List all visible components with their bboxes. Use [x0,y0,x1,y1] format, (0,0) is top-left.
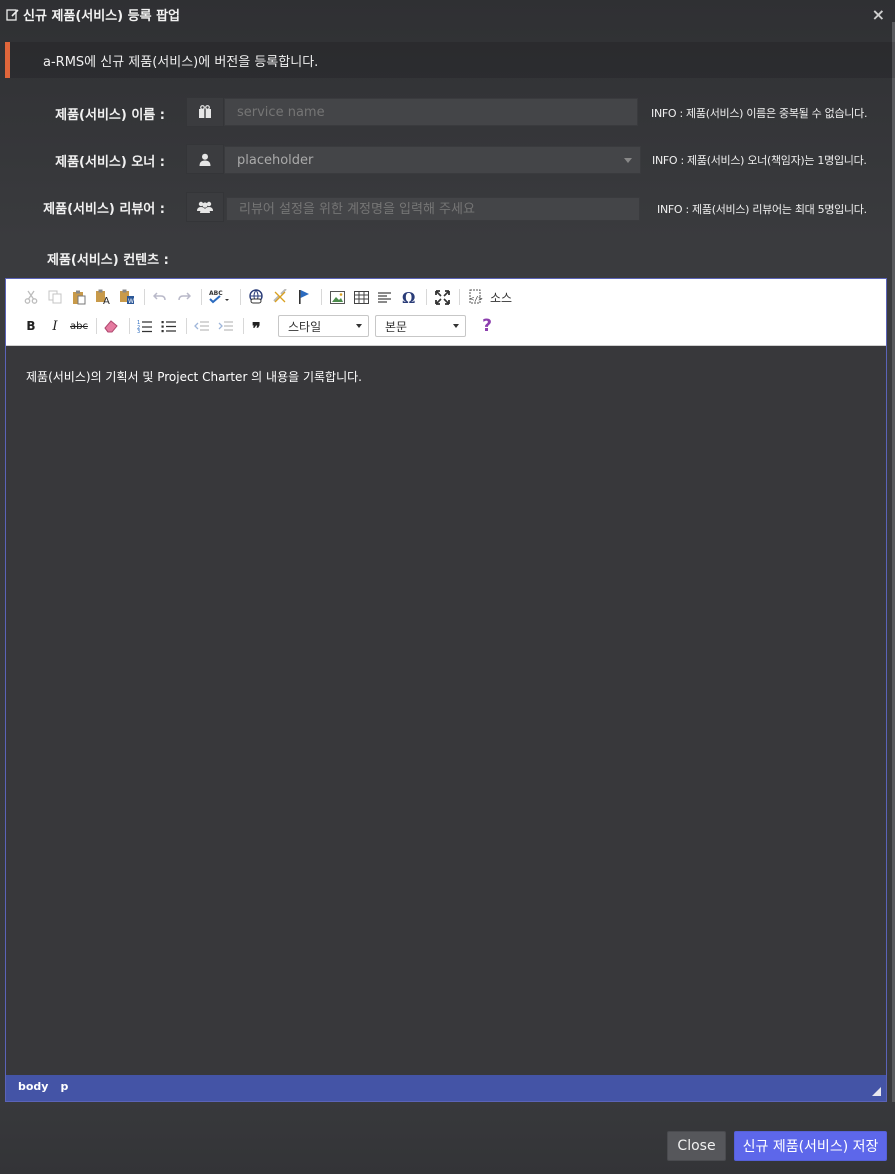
special-char-icon[interactable]: Ω [398,286,420,308]
toolbar-separator [186,318,187,334]
toolbar-separator [243,318,244,334]
editor-toolbar: A W ABC Ω </> 소스 B I abc 1 2 3 ❞ 스타일 본문 … [6,279,886,346]
svg-text:Ω: Ω [402,289,415,305]
toolbar-separator [459,289,460,305]
edit-icon [6,8,19,21]
svg-text:W: W [128,298,134,305]
unlink-icon[interactable] [269,286,291,308]
path-body[interactable]: body [18,1080,48,1096]
copy-icon[interactable] [44,286,66,308]
reviewer-info: INFO : 제품(서비스) 리뷰어는 최대 5명입니다. [657,203,867,216]
bulleted-list-icon[interactable] [158,315,180,337]
editor-content-area[interactable]: 제품(서비스)의 기획서 및 Project Charter 의 내용을 기록합… [6,346,886,1076]
svg-text:ABC: ABC [209,290,223,297]
close-icon[interactable]: × [872,7,885,23]
eraser-icon[interactable] [101,315,123,337]
path-p[interactable]: p [60,1080,68,1096]
toolbar-separator [426,289,427,305]
chevron-down-icon [624,158,632,163]
image-icon[interactable] [326,286,348,308]
toolbar-separator [96,318,97,334]
name-info: INFO : 제품(서비스) 이름은 중복될 수 없습니다. [651,107,868,120]
editor-paragraph: 제품(서비스)의 기획서 및 Project Charter 의 내용을 기록합… [26,370,362,384]
content-label: 제품(서비스) 컨텐츠 : [47,253,169,268]
editor-path-bar: body p [6,1075,886,1101]
owner-select-value: placeholder [237,152,314,168]
italic-button[interactable]: I [44,315,66,337]
undo-icon[interactable] [149,286,171,308]
redo-icon[interactable] [173,286,195,308]
rich-text-editor: A W ABC Ω </> 소스 B I abc 1 2 3 ❞ 스타일 본문 … [5,278,887,1102]
owner-info: INFO : 제품(서비스) 오너(책임자)는 1명입니다. [652,154,867,167]
svg-text:</>: </> [470,295,483,303]
owner-select[interactable]: placeholder [224,146,641,174]
resize-handle-icon[interactable] [872,1087,881,1096]
toolbar-separator [321,289,322,305]
style-combo-label: 스타일 [288,319,322,334]
numbered-list-icon[interactable]: 123 [134,315,156,337]
users-icon [186,192,224,222]
chevron-down-icon [453,324,459,328]
service-name-input[interactable] [224,98,638,126]
form-row-name: 제품(서비스) 이름 : INFO : 제품(서비스) 이름은 중복될 수 없습… [0,97,895,129]
form-row-owner: 제품(서비스) 오너 : placeholder INFO : 제품(서비스) … [0,144,895,176]
save-product-button[interactable]: 신규 제품(서비스) 저장 [734,1131,887,1161]
horizontal-rule-icon[interactable] [374,286,396,308]
spellcheck-icon[interactable]: ABC [206,286,234,308]
format-combo[interactable]: 본문 [375,315,466,337]
form-row-reviewer: 제품(서비스) 리뷰어 : INFO : 제품(서비스) 리뷰어는 최대 5명입… [0,192,895,224]
user-icon [186,144,224,174]
table-icon[interactable] [350,286,372,308]
reviewer-input[interactable] [226,197,640,221]
paste-text-icon[interactable]: A [92,286,114,308]
toolbar-separator [129,318,130,334]
toolbar-row-2: B I abc 123 ❞ 스타일 본문 ? [20,315,500,337]
close-button[interactable]: Close [667,1131,726,1161]
toolbar-separator [240,289,241,305]
reviewer-label: 제품(서비스) 리뷰어 : [43,202,165,217]
cut-icon[interactable] [20,286,42,308]
window-title-bar: 신규 제품(서비스) 등록 팝업 [0,0,895,26]
toolbar-separator [144,289,145,305]
name-label: 제품(서비스) 이름 : [55,108,165,123]
window-title: 신규 제품(서비스) 등록 팝업 [23,9,181,24]
bold-button[interactable]: B [20,315,42,337]
gift-icon [186,97,224,127]
notice-banner: a-RMS에 신규 제품(서비스)에 버전을 등록합니다. [5,42,895,78]
svg-text:A: A [103,296,110,305]
source-icon[interactable]: </> [464,286,486,308]
strikethrough-button[interactable]: abc [68,315,90,337]
owner-label: 제품(서비스) 오너 : [55,155,165,170]
toolbar-separator [201,289,202,305]
indent-icon[interactable] [215,315,237,337]
style-combo[interactable]: 스타일 [278,315,369,337]
toolbar-row-1: A W ABC Ω </> 소스 [20,286,512,308]
svg-text:❞: ❞ [252,320,261,332]
notice-text: a-RMS에 신규 제품(서비스)에 버전을 등록합니다. [43,55,319,70]
maximize-icon[interactable] [431,286,453,308]
paste-icon[interactable] [68,286,90,308]
outdent-icon[interactable] [191,315,213,337]
blockquote-icon[interactable]: ❞ [248,315,270,337]
source-button-label[interactable]: 소스 [490,289,512,306]
format-combo-label: 본문 [385,319,408,334]
help-icon[interactable]: ? [476,315,498,337]
paste-word-icon[interactable]: W [116,286,138,308]
chevron-down-icon [356,324,362,328]
link-icon[interactable] [245,286,267,308]
svg-text:3: 3 [137,329,140,333]
anchor-flag-icon[interactable] [293,286,315,308]
